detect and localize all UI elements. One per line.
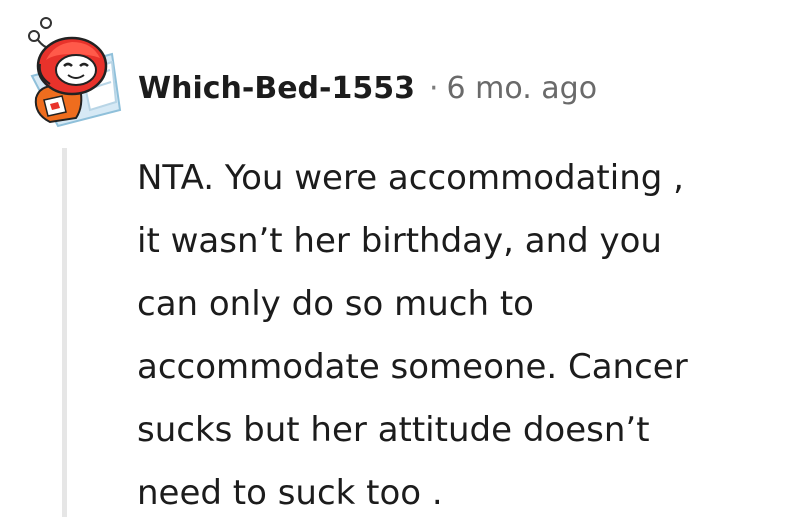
comment-body-line: need to suck too . xyxy=(137,473,443,513)
comment: Which-Bed-1553 · 6 mo. ago NTA. You were… xyxy=(0,0,797,517)
comment-body-line: sucks but her attitude doesn’t xyxy=(137,410,650,450)
comment-body: NTA. You were accommodating , it wasn’t … xyxy=(137,147,787,525)
comment-author[interactable]: Which-Bed-1553 xyxy=(138,71,415,106)
reddit-snoo-avatar-icon[interactable] xyxy=(20,14,124,130)
comment-header: Which-Bed-1553 · 6 mo. ago xyxy=(138,66,597,110)
meta-separator: · xyxy=(428,70,439,106)
comment-body-line: it wasn’t her birthday, and you xyxy=(137,221,662,261)
thread-line[interactable] xyxy=(62,148,67,517)
comment-body-line: NTA. You were accommodating , xyxy=(137,158,684,198)
comment-timestamp[interactable]: 6 mo. ago xyxy=(447,71,598,106)
comment-body-line: can only do so much to xyxy=(137,284,534,324)
comment-body-line: accommodate someone. Cancer xyxy=(137,347,688,387)
